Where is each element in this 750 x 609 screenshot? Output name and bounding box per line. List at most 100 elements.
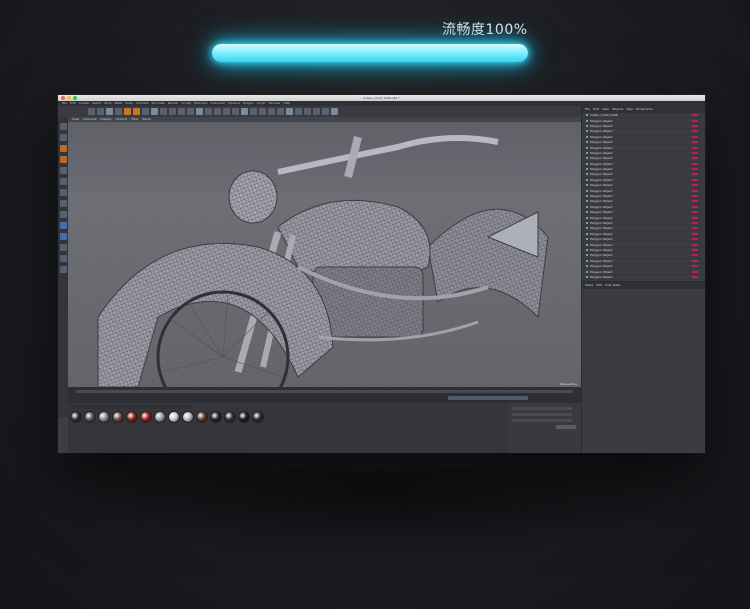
material-swatch[interactable]	[126, 411, 138, 423]
visibility-flag-icon[interactable]	[692, 114, 698, 117]
material-swatch[interactable]	[224, 411, 236, 423]
attributes-tab-2[interactable]: User Data	[605, 283, 620, 288]
visibility-flag-icon[interactable]	[692, 211, 698, 214]
toolbar-tool-icon[interactable]	[169, 108, 176, 115]
toolbar-tool-icon[interactable]	[214, 108, 221, 115]
visibility-flag-icon[interactable]	[692, 124, 698, 127]
toolbar-tool-icon[interactable]	[160, 108, 167, 115]
left-tool-icon[interactable]	[59, 244, 67, 251]
visibility-flag-icon[interactable]	[692, 275, 698, 278]
toolbar-tool-icon[interactable]	[277, 108, 284, 115]
visibility-flag-icon[interactable]	[692, 205, 698, 208]
toolbar-tool-icon[interactable]	[151, 108, 158, 115]
visibility-flag-icon[interactable]	[692, 157, 698, 160]
toolbar-tool-icon[interactable]	[295, 108, 302, 115]
left-tool-icon[interactable]	[59, 266, 67, 273]
object-manager-tab-4[interactable]: Tags	[626, 107, 633, 112]
visibility-flag-icon[interactable]	[692, 146, 698, 149]
toolbar-tool-icon[interactable]	[241, 108, 248, 115]
toolbar-tool-icon[interactable]	[250, 108, 257, 115]
toolbar-tool-icon[interactable]	[313, 108, 320, 115]
visibility-flag-icon[interactable]	[692, 265, 698, 268]
visibility-flag-icon[interactable]	[692, 216, 698, 219]
material-swatch[interactable]	[84, 411, 96, 423]
playback-controls[interactable]	[448, 396, 528, 400]
material-swatch[interactable]	[168, 411, 180, 423]
toolbar-tool-icon[interactable]	[106, 108, 113, 115]
toolbar-tool-icon[interactable]	[133, 108, 140, 115]
material-swatch[interactable]	[98, 411, 110, 423]
visibility-flag-icon[interactable]	[692, 168, 698, 171]
object-manager-tab-1[interactable]: Edit	[593, 107, 599, 112]
material-swatch[interactable]	[154, 411, 166, 423]
material-swatch[interactable]	[112, 411, 124, 423]
toolbar-tool-icon[interactable]	[88, 108, 95, 115]
toolbar-tool-icon[interactable]	[115, 108, 122, 115]
visibility-flag-icon[interactable]	[692, 130, 698, 133]
visibility-flag-icon[interactable]	[692, 195, 698, 198]
visibility-flag-icon[interactable]	[692, 232, 698, 235]
left-tool-icon[interactable]	[59, 167, 67, 174]
object-manager-tab-3[interactable]: Objects	[612, 107, 623, 112]
material-swatch[interactable]	[252, 411, 264, 423]
visibility-flag-icon[interactable]	[692, 189, 698, 192]
object-manager-tab-5[interactable]: Bookmarks	[636, 107, 653, 112]
visibility-flag-icon[interactable]	[692, 259, 698, 262]
timeline-ruler[interactable]	[76, 390, 573, 393]
material-swatch[interactable]	[140, 411, 152, 423]
visibility-flag-icon[interactable]	[692, 200, 698, 203]
object-manager-tab-2[interactable]: View	[602, 107, 609, 112]
left-tool-icon[interactable]	[59, 156, 67, 163]
visibility-flag-icon[interactable]	[692, 254, 698, 257]
attributes-tab-0[interactable]: Mode	[585, 283, 593, 288]
toolbar-tool-icon[interactable]	[187, 108, 194, 115]
toolbar-tool-icon[interactable]	[322, 108, 329, 115]
visibility-flag-icon[interactable]	[692, 135, 698, 138]
toolbar-tool-icon[interactable]	[196, 108, 203, 115]
visibility-flag-icon[interactable]	[692, 173, 698, 176]
visibility-flag-icon[interactable]	[692, 119, 698, 122]
object-manager-tab-0[interactable]: File	[585, 107, 590, 112]
left-tool-icon[interactable]	[59, 134, 67, 141]
visibility-flag-icon[interactable]	[692, 184, 698, 187]
left-tool-icon[interactable]	[59, 200, 67, 207]
material-swatch[interactable]	[70, 411, 82, 423]
toolbar-tool-icon[interactable]	[304, 108, 311, 115]
left-tool-icon[interactable]	[59, 222, 67, 229]
visibility-flag-icon[interactable]	[692, 227, 698, 230]
toolbar-tool-icon[interactable]	[205, 108, 212, 115]
toolbar-tool-icon[interactable]	[268, 108, 275, 115]
visibility-flag-icon[interactable]	[692, 238, 698, 241]
toolbar-tool-icon[interactable]	[142, 108, 149, 115]
toolbar-tool-icon[interactable]	[286, 108, 293, 115]
material-swatch[interactable]	[182, 411, 194, 423]
left-tool-icon[interactable]	[59, 145, 67, 152]
toolbar-tool-icon[interactable]	[331, 108, 338, 115]
visibility-flag-icon[interactable]	[692, 162, 698, 165]
visibility-flag-icon[interactable]	[692, 243, 698, 246]
visibility-flag-icon[interactable]	[692, 141, 698, 144]
apply-button[interactable]	[556, 425, 576, 429]
left-tool-icon[interactable]	[59, 211, 67, 218]
timeline[interactable]	[68, 387, 581, 403]
material-swatch[interactable]	[210, 411, 222, 423]
material-swatch[interactable]	[238, 411, 250, 423]
visibility-flag-icon[interactable]	[692, 270, 698, 273]
material-swatch[interactable]	[196, 411, 208, 423]
toolbar-tool-icon[interactable]	[97, 108, 104, 115]
toolbar-tool-icon[interactable]	[223, 108, 230, 115]
visibility-flag-icon[interactable]	[692, 248, 698, 251]
attributes-tab-1[interactable]: Edit	[596, 283, 602, 288]
left-tool-icon[interactable]	[59, 189, 67, 196]
viewport[interactable]: View Cameras Display Options Filter Panel	[68, 117, 581, 387]
left-tool-icon[interactable]	[59, 233, 67, 240]
visibility-flag-icon[interactable]	[692, 222, 698, 224]
toolbar-tool-icon[interactable]	[232, 108, 239, 115]
toolbar-tool-icon[interactable]	[178, 108, 185, 115]
visibility-flag-icon[interactable]	[692, 151, 698, 154]
left-tool-icon[interactable]	[59, 178, 67, 185]
left-tool-icon[interactable]	[59, 123, 67, 130]
toolbar-tool-icon[interactable]	[259, 108, 266, 115]
visibility-flag-icon[interactable]	[692, 178, 698, 181]
toolbar-tool-icon[interactable]	[124, 108, 131, 115]
